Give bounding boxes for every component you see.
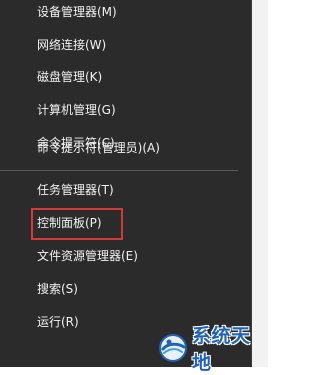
- desktop-edge: [252, 0, 268, 367]
- menu-item-network-connections[interactable]: 网络连接(W): [37, 33, 106, 57]
- winx-context-menu: 设备管理器(M) 网络连接(W) 磁盘管理(K) 计算机管理(G) 命令提示符(…: [0, 0, 252, 367]
- menu-item-disk-management[interactable]: 磁盘管理(K): [37, 65, 102, 89]
- menu-item-file-explorer[interactable]: 文件资源管理器(E): [37, 244, 138, 268]
- menu-item-command-prompt-admin[interactable]: 命令提示符(管理员)(A): [37, 136, 160, 160]
- menu-item-run[interactable]: 运行(R): [37, 310, 79, 334]
- menu-item-control-panel[interactable]: 控制面板(P): [37, 211, 102, 235]
- menu-item-device-manager[interactable]: 设备管理器(M): [37, 0, 117, 24]
- menu-separator: [0, 170, 238, 171]
- menu-item-search[interactable]: 搜索(S): [37, 277, 78, 301]
- menu-item-computer-management[interactable]: 计算机管理(G): [37, 98, 116, 122]
- menu-item-task-manager[interactable]: 任务管理器(T): [37, 178, 114, 202]
